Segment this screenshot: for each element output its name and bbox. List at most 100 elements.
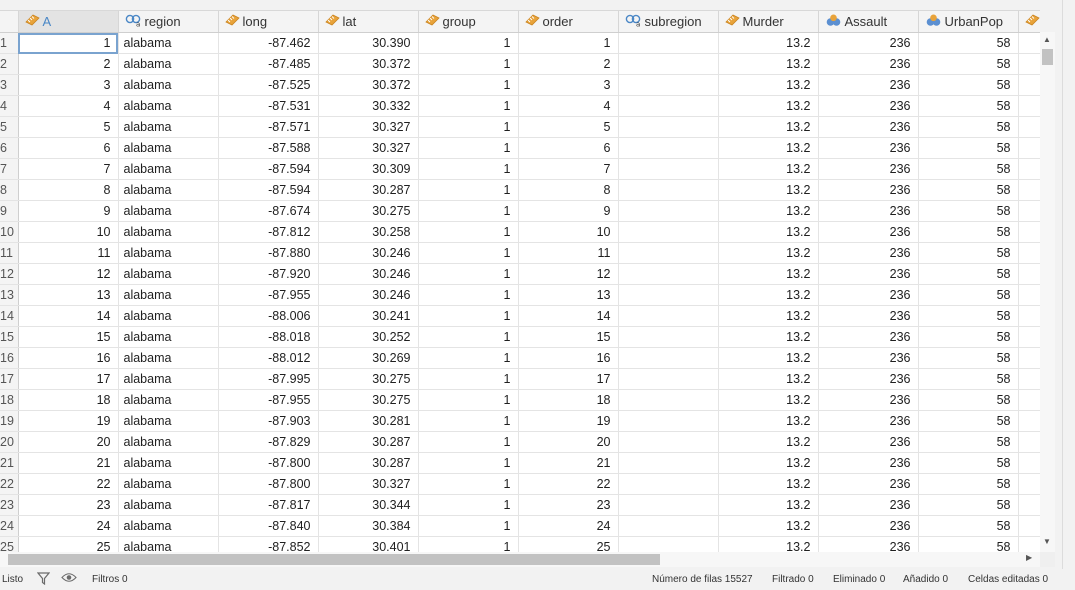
row-number[interactable]: 4: [0, 95, 19, 117]
cell-group[interactable]: 1: [418, 368, 519, 390]
cell-ra[interactable]: [1018, 95, 1040, 117]
row-number[interactable]: 14: [0, 305, 19, 327]
cell-region[interactable]: alabama: [118, 515, 219, 537]
row-number[interactable]: 5: [0, 116, 19, 138]
cell-lat[interactable]: 30.327: [318, 116, 419, 138]
cell-ra[interactable]: [1018, 410, 1040, 432]
cell-lat[interactable]: 30.241: [318, 305, 419, 327]
cell-region[interactable]: alabama: [118, 221, 219, 243]
cell-lat[interactable]: 30.258: [318, 221, 419, 243]
cell-long[interactable]: -88.018: [218, 326, 319, 348]
cell-order[interactable]: 17: [518, 368, 619, 390]
cell-lat[interactable]: 30.287: [318, 452, 419, 474]
cell-lat[interactable]: 30.246: [318, 242, 419, 264]
cell-subregion[interactable]: [618, 536, 719, 553]
cell-urbanpop[interactable]: 58: [918, 263, 1019, 285]
cell-region[interactable]: alabama: [118, 95, 219, 117]
cell-a[interactable]: 4: [18, 95, 119, 117]
cell-ra[interactable]: [1018, 221, 1040, 243]
cell-lat[interactable]: 30.281: [318, 410, 419, 432]
cell-long[interactable]: -87.955: [218, 284, 319, 306]
cell-long[interactable]: -87.920: [218, 263, 319, 285]
cell-urbanpop[interactable]: 58: [918, 242, 1019, 264]
cell-ra[interactable]: [1018, 242, 1040, 264]
cell-group[interactable]: 1: [418, 494, 519, 516]
cell-subregion[interactable]: [618, 326, 719, 348]
cell-subregion[interactable]: [618, 53, 719, 75]
cell-assault[interactable]: 236: [818, 116, 919, 138]
cell-urbanpop[interactable]: 58: [918, 284, 1019, 306]
cell-subregion[interactable]: [618, 221, 719, 243]
cell-lat[interactable]: 30.287: [318, 431, 419, 453]
table-row[interactable]: 20 20 alabama -87.829 30.287 1 20 13.2 236 58: [0, 431, 1040, 453]
table-row[interactable]: 9 9 alabama -87.674 30.275 1 9 13.2 236 58: [0, 200, 1040, 222]
cell-long[interactable]: -87.995: [218, 368, 319, 390]
table-row[interactable]: 14 14 alabama -88.006 30.241 1 14 13.2 236 58: [0, 305, 1040, 327]
cell-subregion[interactable]: [618, 116, 719, 138]
cell-group[interactable]: 1: [418, 431, 519, 453]
cell-urbanpop[interactable]: 58: [918, 368, 1019, 390]
cell-assault[interactable]: 236: [818, 515, 919, 537]
cell-long[interactable]: -87.800: [218, 452, 319, 474]
row-number[interactable]: 22: [0, 473, 19, 495]
cell-urbanpop[interactable]: 58: [918, 410, 1019, 432]
cell-order[interactable]: 2: [518, 53, 619, 75]
row-number[interactable]: 6: [0, 137, 19, 159]
cell-order[interactable]: 19: [518, 410, 619, 432]
cell-region[interactable]: alabama: [118, 389, 219, 411]
cell-a[interactable]: 2: [18, 53, 119, 75]
cell-long[interactable]: -87.800: [218, 473, 319, 495]
cell-group[interactable]: 1: [418, 32, 519, 54]
cell-long[interactable]: -87.840: [218, 515, 319, 537]
cell-urbanpop[interactable]: 58: [918, 473, 1019, 495]
cell-order[interactable]: 12: [518, 263, 619, 285]
horizontal-scrollbar[interactable]: ▶: [0, 552, 1040, 567]
cell-murder[interactable]: 13.2: [718, 452, 819, 474]
cell-long[interactable]: -87.594: [218, 179, 319, 201]
cell-murder[interactable]: 13.2: [718, 263, 819, 285]
cell-region[interactable]: alabama: [118, 116, 219, 138]
cell-a[interactable]: 3: [18, 74, 119, 96]
cell-group[interactable]: 1: [418, 116, 519, 138]
cell-group[interactable]: 1: [418, 452, 519, 474]
cell-subregion[interactable]: [618, 410, 719, 432]
cell-order[interactable]: 13: [518, 284, 619, 306]
cell-region[interactable]: alabama: [118, 326, 219, 348]
cell-order[interactable]: 4: [518, 95, 619, 117]
cell-subregion[interactable]: [618, 305, 719, 327]
cell-assault[interactable]: 236: [818, 305, 919, 327]
row-number[interactable]: 24: [0, 515, 19, 537]
table-row[interactable]: 3 3 alabama -87.525 30.372 1 3 13.2 236 58: [0, 74, 1040, 96]
cell-murder[interactable]: 13.2: [718, 32, 819, 54]
cell-long[interactable]: -87.462: [218, 32, 319, 54]
cell-subregion[interactable]: [618, 389, 719, 411]
table-row[interactable]: 8 8 alabama -87.594 30.287 1 8 13.2 236 58: [0, 179, 1040, 201]
table-row[interactable]: 17 17 alabama -87.995 30.275 1 17 13.2 236 58: [0, 368, 1040, 390]
cell-urbanpop[interactable]: 58: [918, 221, 1019, 243]
cell-assault[interactable]: 236: [818, 158, 919, 180]
cell-group[interactable]: 1: [418, 326, 519, 348]
cell-order[interactable]: 1: [518, 32, 619, 54]
cell-assault[interactable]: 236: [818, 95, 919, 117]
column-header-subregion[interactable]: a subregion: [618, 11, 719, 33]
column-header-lat[interactable]: lat: [318, 11, 419, 33]
cell-assault[interactable]: 236: [818, 284, 919, 306]
row-number[interactable]: 15: [0, 326, 19, 348]
cell-subregion[interactable]: [618, 200, 719, 222]
cell-lat[interactable]: 30.390: [318, 32, 419, 54]
cell-a[interactable]: 22: [18, 473, 119, 495]
table-row[interactable]: 1 1 alabama -87.462 30.390 1 1 13.2 236 58: [0, 32, 1040, 54]
cell-murder[interactable]: 13.2: [718, 494, 819, 516]
cell-region[interactable]: alabama: [118, 305, 219, 327]
cell-ra[interactable]: [1018, 515, 1040, 537]
cell-order[interactable]: 25: [518, 536, 619, 553]
cell-lat[interactable]: 30.327: [318, 137, 419, 159]
cell-assault[interactable]: 236: [818, 137, 919, 159]
cell-a[interactable]: 1: [18, 32, 119, 54]
cell-group[interactable]: 1: [418, 389, 519, 411]
row-number[interactable]: 20: [0, 431, 19, 453]
cell-subregion[interactable]: [618, 452, 719, 474]
row-number[interactable]: 17: [0, 368, 19, 390]
cell-a[interactable]: 21: [18, 452, 119, 474]
cell-lat[interactable]: 30.372: [318, 74, 419, 96]
